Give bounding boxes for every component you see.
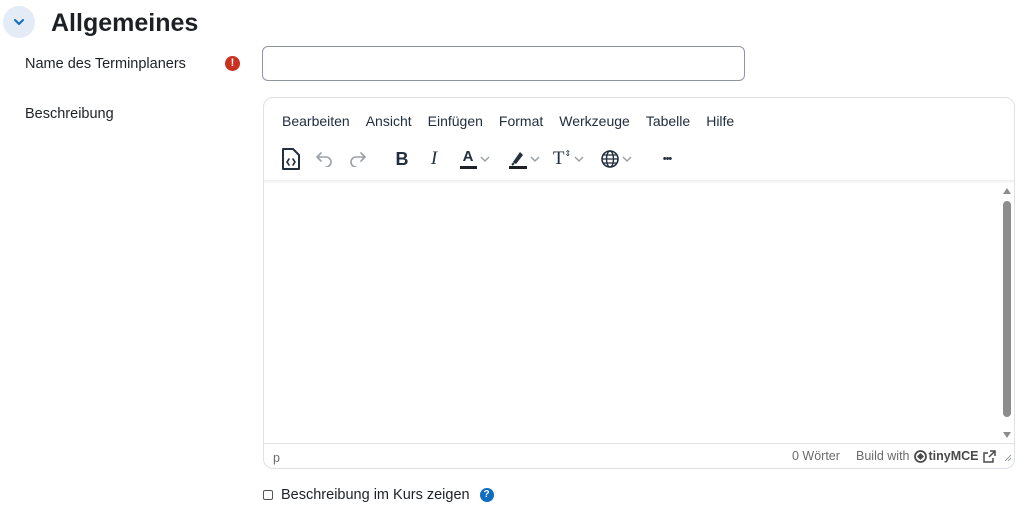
bold-button[interactable]: B	[390, 142, 414, 176]
rich-text-editor: Bearbeiten Ansicht Einfügen Format Werkz…	[263, 97, 1015, 469]
more-button[interactable]: •••	[654, 142, 680, 176]
text-color-button[interactable]: A	[454, 142, 496, 176]
chevron-down-icon	[479, 156, 490, 163]
menu-einfuegen[interactable]: Einfügen	[420, 110, 491, 132]
show-description-checkbox[interactable]	[263, 490, 273, 500]
chevron-down-icon	[622, 156, 632, 163]
editor-statusbar: p 0 Wörter Build with tinyMCE	[264, 443, 1014, 468]
font-size-button[interactable]: T ⇕	[551, 142, 587, 176]
tinymce-logo-icon	[913, 449, 927, 463]
font-size-icon: T ⇕	[552, 148, 572, 169]
bold-icon: B	[395, 148, 409, 169]
menu-ansicht[interactable]: Ansicht	[358, 110, 420, 132]
show-description-row: Beschreibung im Kurs zeigen ?	[263, 487, 494, 503]
editor-scrollbar[interactable]	[1000, 184, 1014, 442]
section-title: Allgemeines	[51, 9, 199, 37]
branding-prefix: Build with	[856, 449, 910, 463]
highlight-color-icon	[509, 152, 527, 169]
collapse-section-button[interactable]	[3, 6, 35, 38]
scrollbar-thumb[interactable]	[1003, 201, 1011, 417]
chevron-down-icon	[14, 19, 24, 25]
source-code-button[interactable]	[278, 142, 304, 176]
text-color-icon: A	[459, 149, 477, 169]
redo-button[interactable]	[345, 142, 371, 176]
editor-toolbar: B I A T ⇕ •••	[264, 142, 1014, 176]
scroll-up-icon[interactable]	[1003, 188, 1011, 194]
language-icon	[601, 150, 619, 168]
required-icon: !	[225, 56, 240, 71]
language-button[interactable]	[596, 142, 638, 176]
menu-werkzeuge[interactable]: Werkzeuge	[551, 110, 638, 132]
menu-format[interactable]: Format	[491, 110, 551, 132]
scroll-down-icon[interactable]	[1003, 432, 1011, 438]
menu-bearbeiten[interactable]: Bearbeiten	[274, 110, 358, 132]
resize-handle-icon[interactable]	[1004, 451, 1012, 465]
source-code-icon	[282, 148, 300, 170]
editor-content-area[interactable]	[264, 184, 1000, 444]
menu-tabelle[interactable]: Tabelle	[638, 110, 698, 132]
italic-button[interactable]: I	[422, 142, 446, 176]
description-label: Beschreibung	[25, 106, 114, 122]
tinymce-branding[interactable]: Build with tinyMCE	[856, 449, 996, 463]
scheduler-name-input[interactable]	[262, 46, 745, 81]
italic-icon: I	[430, 148, 438, 169]
help-icon[interactable]: ?	[479, 488, 494, 502]
editor-menubar: Bearbeiten Ansicht Einfügen Format Werkz…	[274, 110, 742, 132]
tinymce-brand-text: tinyMCE	[928, 449, 979, 463]
undo-icon	[316, 152, 332, 167]
redo-icon	[350, 152, 366, 167]
word-count[interactable]: 0 Wörter	[792, 449, 840, 463]
undo-button[interactable]	[311, 142, 337, 176]
chevron-down-icon	[530, 156, 540, 163]
element-path[interactable]: p	[273, 451, 280, 465]
more-icon: •••	[662, 153, 673, 165]
external-link-icon	[982, 449, 996, 463]
menu-hilfe[interactable]: Hilfe	[698, 110, 742, 132]
name-field-label: Name des Terminplaners	[25, 56, 186, 72]
highlight-color-button[interactable]	[504, 142, 546, 176]
tinymce-logo: tinyMCE	[913, 449, 979, 463]
show-description-label[interactable]: Beschreibung im Kurs zeigen	[281, 487, 470, 503]
chevron-down-icon	[574, 156, 584, 163]
